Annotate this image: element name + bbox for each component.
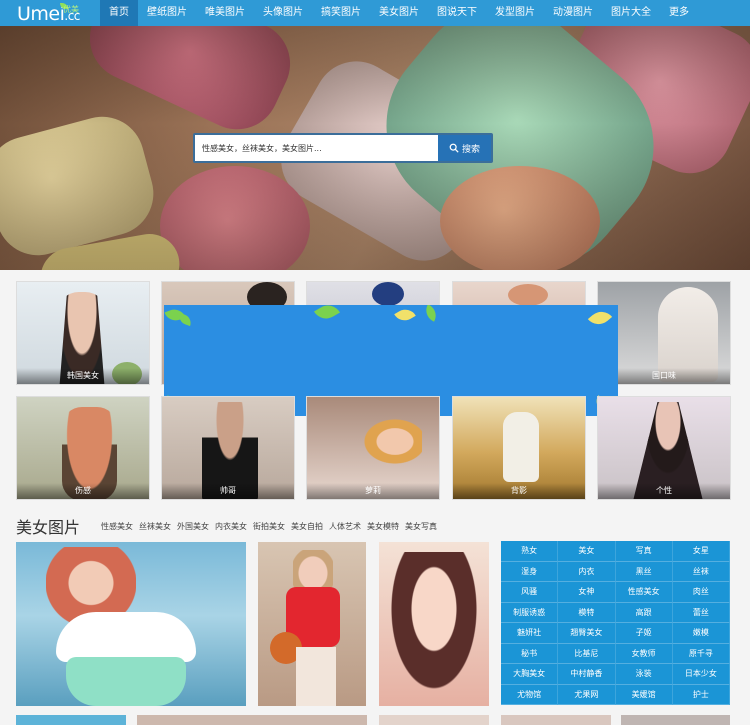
tag-item[interactable]: 大胸美女 [501,664,559,685]
next-row-thumb[interactable] [16,715,126,725]
nav-item-more[interactable]: 更多 [660,0,698,26]
feature-photo-3[interactable] [379,542,489,706]
search-button-label: 搜索 [461,143,480,154]
tag-item[interactable]: 魅妍社 [501,623,559,644]
tag-item[interactable]: 美媛馆 [615,684,673,705]
tag-item[interactable]: 秘书 [501,643,559,664]
tag-item[interactable]: 翘臀美女 [558,623,616,644]
thumb-caption: 个性 [598,483,730,499]
photo-figure-head [293,550,333,592]
thumb-back[interactable]: 背影 [452,396,586,500]
search-input[interactable] [195,135,438,161]
nav-item-avatar[interactable]: 头像图片 [254,0,312,26]
tag-item[interactable]: 蕾丝 [672,602,730,623]
next-row-thumb[interactable] [379,715,489,725]
thumb-figure [508,284,548,306]
feature-photo-2[interactable] [258,542,366,706]
tag-item[interactable]: 女星 [672,541,730,562]
tag-item[interactable]: 美女 [558,541,616,562]
tag-item[interactable]: 熟女 [501,541,559,562]
feature-photo-1[interactable] [16,542,246,706]
nav-item-funny[interactable]: 搞笑图片 [312,0,370,26]
thumb-lolita[interactable]: 萝莉 [306,396,440,500]
thumb-figure [332,417,422,487]
section-links: 性感美女 丝袜美女 外国美女 内衣美女 街拍美女 美女自拍 人体艺术 美女模特 … [101,521,437,532]
thumb-caption: 背影 [453,483,585,499]
section-link[interactable]: 外国美女 [177,521,209,532]
photo-figure-legs [296,647,336,706]
leaf-icon [421,305,441,322]
nav-item-wallpaper[interactable]: 壁纸图片 [138,0,196,26]
tag-item[interactable]: 肉丝 [672,582,730,603]
tag-item[interactable]: 泳装 [615,664,673,685]
section-link[interactable]: 街拍美女 [253,521,285,532]
tag-item[interactable]: 湿身 [501,561,559,582]
top-nav-bar: Umei.cc 优美 首页 壁纸图片 唯美图片 头像图片 搞笑图片 美女图片 图… [0,0,750,26]
section-title: 美女图片 [16,518,81,537]
nav-item-beauty[interactable]: 美女图片 [370,0,428,26]
section-link[interactable]: 丝袜美女 [139,521,171,532]
section-link[interactable]: 美女自拍 [291,521,323,532]
tag-item[interactable]: 女神 [558,582,616,603]
section-link[interactable]: 人体艺术 [329,521,361,532]
photo-figure-top [56,612,196,662]
tag-item[interactable]: 原千寻 [672,643,730,664]
leaf-icon [587,306,613,330]
thumb-handsome[interactable]: 帅哥 [161,396,295,500]
search-box: 搜索 [193,133,493,163]
thumb-caption: 帅哥 [162,483,294,499]
thumb-figure [372,282,404,306]
leaf-icon [313,305,341,324]
nav-item-all[interactable]: 图片大全 [602,0,660,26]
tag-item[interactable]: 比基尼 [558,643,616,664]
leaf-icon [394,305,416,325]
tag-item[interactable]: 女教师 [615,643,673,664]
tag-item[interactable]: 黑丝 [615,561,673,582]
tag-item[interactable]: 日本少女 [672,664,730,685]
next-row-thumb[interactable] [501,715,611,725]
nav-item-anime[interactable]: 动漫图片 [544,0,602,26]
tag-item[interactable]: 中村静香 [558,664,616,685]
tag-item[interactable]: 风骚 [501,582,559,603]
photo-figure-skirt [66,657,186,706]
section-link[interactable]: 性感美女 [101,521,133,532]
next-row-thumb[interactable] [137,715,367,725]
thumb-caption: 萝莉 [307,483,439,499]
photo-figure-head [384,552,484,702]
tag-item[interactable]: 护士 [672,684,730,705]
tag-item[interactable]: 写真 [615,541,673,562]
tag-grid: 熟女 美女 写真 女星 湿身 内衣 黑丝 丝袜 风骚 女神 性感美女 肉丝 制服… [501,541,730,705]
nav-item-world[interactable]: 图说天下 [428,0,486,26]
main-nav: 首页 壁纸图片 唯美图片 头像图片 搞笑图片 美女图片 图说天下 发型图片 动漫… [100,0,698,26]
tag-item[interactable]: 尤果网 [558,684,616,705]
nav-item-hairstyle[interactable]: 发型图片 [486,0,544,26]
search-icon [449,143,459,153]
nav-item-home[interactable]: 首页 [100,0,138,26]
tag-item[interactable]: 内衣 [558,561,616,582]
thumb-caption: 韩国美女 [17,368,149,384]
leaf-icon [176,312,194,327]
tag-item[interactable]: 丝袜 [672,561,730,582]
nav-item-aesthetic[interactable]: 唯美图片 [196,0,254,26]
search-button[interactable]: 搜索 [438,135,491,161]
section-link[interactable]: 内衣美女 [215,521,247,532]
logo-cn-text: 优美 [63,5,79,14]
tag-item[interactable]: 子姬 [615,623,673,644]
tag-item[interactable]: 嫩模 [672,623,730,644]
thumb-caption: 伤感 [17,483,149,499]
thumb-personality[interactable]: 个性 [597,396,731,500]
section-link[interactable]: 美女写真 [405,521,437,532]
section-link[interactable]: 美女模特 [367,521,399,532]
tag-item[interactable]: 制服诱惑 [501,602,559,623]
tag-item[interactable]: 高跟 [615,602,673,623]
tag-item[interactable]: 性感美女 [615,582,673,603]
tag-item[interactable]: 模特 [558,602,616,623]
next-row-thumb[interactable] [621,715,730,725]
thumb-sad[interactable]: 伤感 [16,396,150,500]
thumb-korean-beauty[interactable]: 韩国美女 [16,281,150,385]
thumb-figure [503,412,539,482]
tag-item[interactable]: 尤物馆 [501,684,559,705]
